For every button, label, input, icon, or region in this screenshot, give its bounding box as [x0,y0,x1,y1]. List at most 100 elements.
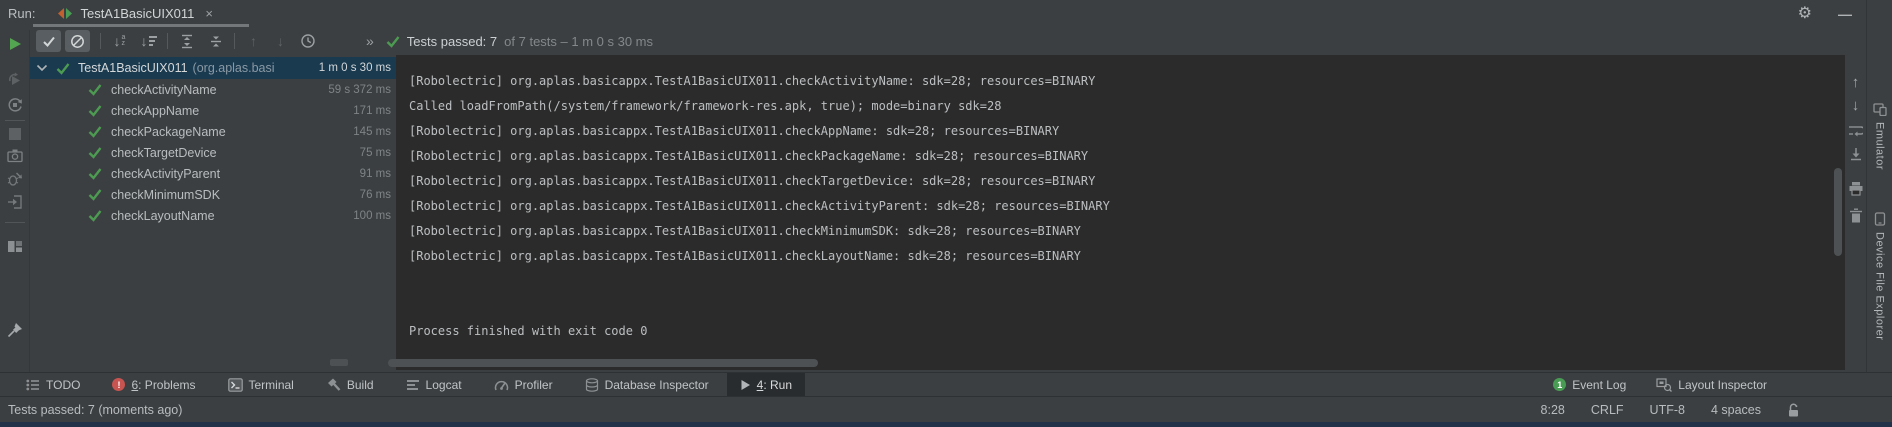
run-play-icon [740,379,751,391]
test-tree-row[interactable]: checkAppName 171 ms [30,100,396,121]
line-separator[interactable]: CRLF [1591,403,1624,417]
test-time: 145 ms [353,126,391,138]
test-time: 100 ms [353,210,391,222]
terminal-icon [228,378,243,392]
test-tree-row[interactable]: checkTargetDevice 75 ms [30,142,396,163]
test-passed-icon [56,62,70,75]
close-tab-icon[interactable]: × [205,6,213,21]
expand-all-icon[interactable] [174,30,199,52]
test-time: 75 ms [360,147,391,159]
sort-alphabetically-icon[interactable]: ↓ az [107,30,132,52]
test-passed-icon [88,146,102,159]
pin-tab-icon[interactable] [7,322,23,338]
layout-inspector-icon [1656,378,1672,392]
test-tree-row[interactable]: checkActivityParent 91 ms [30,163,396,184]
test-passed-icon [88,167,102,180]
gear-icon[interactable]: ⚙ [1798,6,1812,22]
test-tree-row[interactable]: checkPackageName 145 ms [30,121,396,142]
build-hammer-icon [326,378,341,392]
console-vertical-scrollbar[interactable] [1834,168,1842,256]
run-header: Run: TestA1BasicUIX011 × ⚙ — [0,0,1866,27]
file-encoding[interactable]: UTF-8 [1650,403,1685,417]
tool-button-device-file-explorer[interactable]: Device File Explorer [1874,212,1886,340]
tool-button-profiler[interactable]: Profiler [494,373,553,396]
test-time: 59 s 372 ms [328,84,391,96]
clear-console-icon[interactable] [1849,208,1863,224]
screenshot-icon[interactable] [7,148,23,163]
prev-occurrence-icon[interactable]: ↑ [1852,74,1860,91]
stop-icon [8,127,22,141]
tool-button-todo[interactable]: TODO [26,373,80,396]
tool-button-run[interactable]: 4: Run [727,373,805,396]
chevron-down-icon[interactable] [36,64,48,72]
tool-button-build[interactable]: Build [326,373,374,396]
toolbar-divider [5,222,25,223]
tool-button-logcat[interactable]: Logcat [406,373,462,396]
device-file-explorer-label: Device File Explorer [1874,232,1886,340]
test-tree-row[interactable]: checkLayoutName 100 ms [30,205,396,226]
hide-window-icon[interactable]: — [1838,6,1852,22]
console-side-toolbar: ↑ ↓ [1845,60,1866,224]
toggle-auto-test-icon[interactable] [7,97,23,113]
rerun-failed-tests-icon[interactable] [7,72,23,88]
right-tool-window-bar: Emulator Device File Explorer [1866,0,1892,372]
event-log-button[interactable]: 1 Event Log [1553,378,1626,392]
restore-layout-icon[interactable] [7,239,23,254]
next-failed-test-icon: ↓ [268,30,293,52]
show-passed-toggle[interactable] [36,30,61,52]
print-icon[interactable] [1848,181,1864,196]
emulator-icon [1873,103,1887,116]
status-bar: Tests passed: 7 (moments ago) 8:28 CRLF … [0,396,1892,422]
dump-threads-icon[interactable] [7,194,23,210]
summary-passed-icon [386,35,400,48]
test-passed-icon [88,83,102,96]
tool-button-terminal[interactable]: Terminal [228,373,294,396]
root-test-time: 1 m 0 s 30 ms [319,62,391,74]
test-name: checkMinimumSDK [111,188,220,202]
layout-inspector-button[interactable]: Layout Inspector [1656,378,1767,392]
test-passed-icon [88,104,102,117]
rerun-tests-icon[interactable] [7,36,23,52]
caret-position[interactable]: 8:28 [1541,403,1565,417]
tool-button-database-inspector[interactable]: Database Inspector [585,373,709,396]
soft-wrap-icon[interactable] [1848,124,1863,138]
test-history-icon[interactable] [295,30,320,52]
tool-button-problems[interactable]: ! 6: Problems [112,373,195,396]
sort-by-duration-icon[interactable]: ↓ [136,30,161,52]
emulator-label: Emulator [1874,122,1886,170]
show-ignored-toggle[interactable] [65,30,90,52]
test-list: checkActivityName 59 s 372 ms checkAppNa… [30,79,396,226]
run-config-tab[interactable]: TestA1BasicUIX011 × [49,0,221,27]
test-tree-row[interactable]: checkMinimumSDK 76 ms [30,184,396,205]
tool-button-emulator[interactable]: Emulator [1873,103,1887,170]
indent-setting[interactable]: 4 spaces [1711,403,1761,417]
test-name: checkActivityParent [111,167,220,181]
status-message: Tests passed: 7 (moments ago) [8,403,182,417]
toolbar-divider [5,120,25,121]
more-actions-icon[interactable]: » [366,33,374,49]
tree-horizontal-scrollbar[interactable] [330,359,348,366]
collapse-all-icon[interactable] [203,30,228,52]
test-name: checkActivityName [111,83,217,97]
lock-icon[interactable] [1787,403,1800,417]
toolbar-divider [167,33,168,49]
test-passed-icon [88,125,102,138]
next-occurrence-icon[interactable]: ↓ [1852,97,1860,114]
test-passed-icon [88,209,102,222]
scroll-to-end-icon[interactable] [1849,147,1863,161]
test-root-row[interactable]: TestA1BasicUIX011 (org.aplas.basi 1 m 0 … [30,57,396,79]
logcat-icon [406,379,420,391]
test-tree-row[interactable]: checkActivityName 59 s 372 ms [30,79,396,100]
toolbar-divider [100,33,101,49]
test-time: 171 ms [353,105,391,117]
attach-debugger-icon[interactable] [6,171,23,187]
test-passed-icon [88,188,102,201]
console-output: [Robolectric] org.aplas.basicappx.TestA1… [396,55,1845,370]
console-horizontal-scrollbar[interactable] [388,359,818,367]
run-left-toolbar [0,30,30,372]
problems-error-icon: ! [112,378,125,391]
test-name: checkTargetDevice [111,146,217,160]
bottom-edge-strip [0,422,1892,427]
todo-icon [26,379,40,391]
console-text: [Robolectric] org.aplas.basicappx.TestA1… [396,55,1845,344]
